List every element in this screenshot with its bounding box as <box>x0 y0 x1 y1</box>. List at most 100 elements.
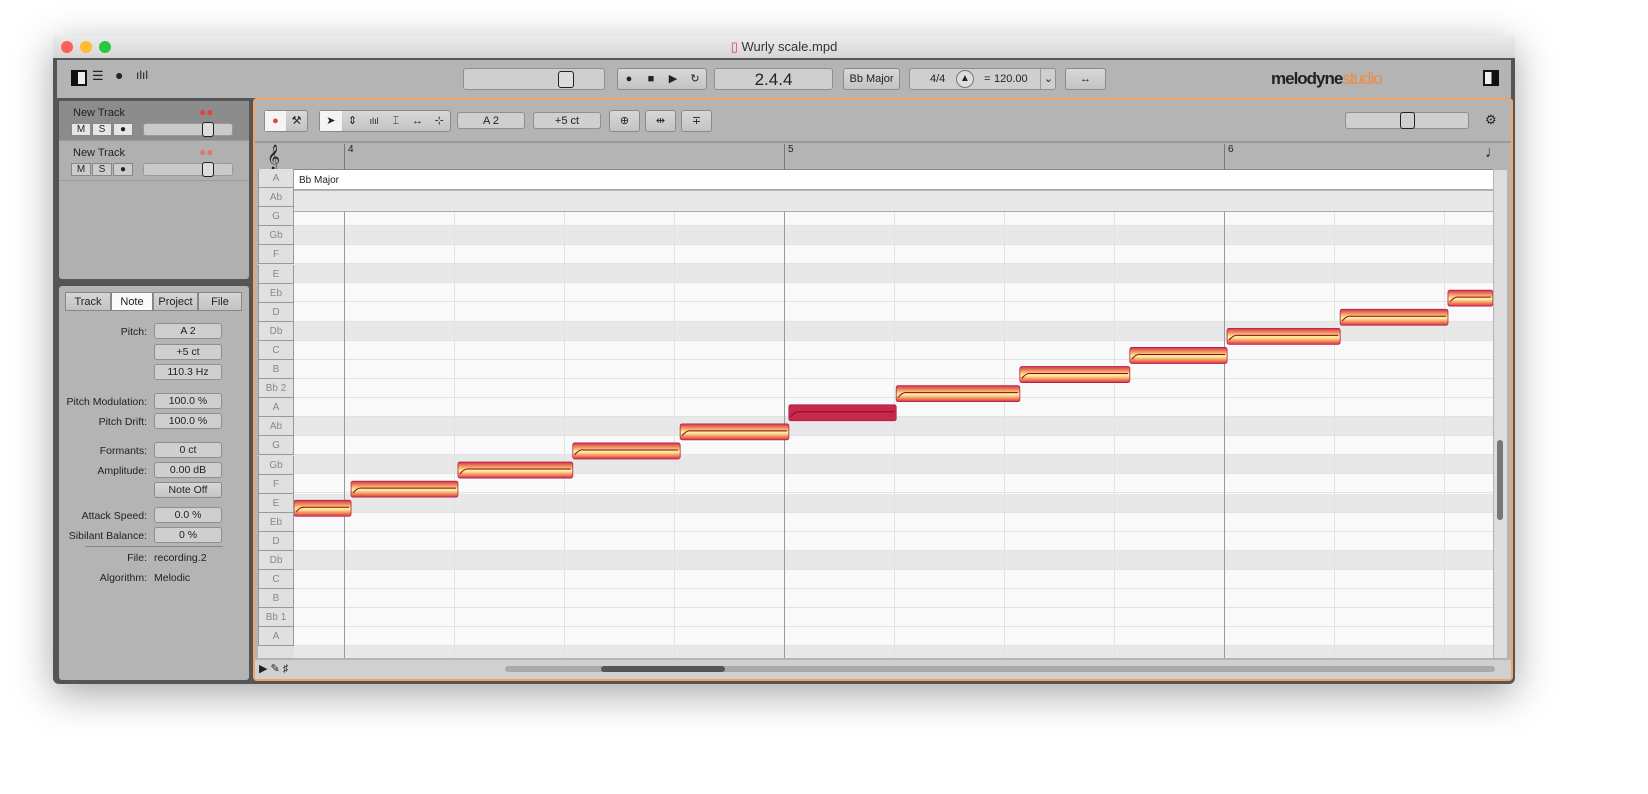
solo-button[interactable]: S <box>92 123 112 136</box>
note-blob[interactable] <box>895 385 1021 403</box>
pitch-snap-button[interactable]: ∓ <box>681 110 712 132</box>
pitch-label[interactable]: B <box>258 360 294 380</box>
key-lane[interactable]: Bb Major <box>294 170 1493 190</box>
field-value[interactable]: 0 ct <box>154 442 222 458</box>
tab-file[interactable]: File <box>198 292 242 311</box>
tab-track[interactable]: Track <box>65 292 111 311</box>
vertical-scrollbar[interactable] <box>1494 170 1507 658</box>
position-display[interactable]: 2.4.4 <box>714 68 833 90</box>
volume-fader[interactable] <box>143 162 233 177</box>
zoom-button[interactable] <box>99 41 111 53</box>
note-off-button[interactable]: Note Off <box>154 482 222 498</box>
field-value[interactable]: 0.0 % <box>154 507 222 523</box>
key-button[interactable]: Bb Major <box>843 68 900 90</box>
tab-project[interactable]: Project <box>153 292 198 311</box>
editor-cents-field[interactable]: +5 ct <box>533 112 601 129</box>
note-blob[interactable] <box>457 461 574 479</box>
pitch-label[interactable]: Eb <box>258 283 294 303</box>
metronome-icon[interactable]: ▲ <box>956 70 974 88</box>
pitch-label[interactable]: G <box>258 436 294 456</box>
wrench-icon[interactable]: ⚒ <box>286 111 307 131</box>
panel-toggle-icon[interactable] <box>71 70 87 86</box>
stop-button[interactable]: ■ <box>640 69 662 89</box>
pitch-label[interactable]: Gb <box>258 226 294 246</box>
pitch-label[interactable]: D <box>258 302 294 322</box>
note-blob[interactable] <box>294 499 352 517</box>
field-value[interactable]: 100.0 % <box>154 413 222 429</box>
solo-button[interactable]: S <box>92 163 112 176</box>
amplitude-tool-icon[interactable]: ılıl <box>363 111 385 131</box>
histogram-icon[interactable]: ılıl <box>136 68 148 82</box>
inspector-toggle-icon[interactable] <box>1483 70 1499 86</box>
piano-roll[interactable] <box>294 208 1493 658</box>
pitch-label[interactable]: Db <box>258 321 294 341</box>
editor-pitch-field[interactable]: A 2 <box>457 112 525 129</box>
pitch-label[interactable]: F <box>258 474 294 494</box>
pitch-label[interactable]: Ab <box>258 417 294 437</box>
play-button[interactable]: ▶ <box>662 69 684 89</box>
pitch-label[interactable]: Eb <box>258 512 294 532</box>
pitch-label[interactable]: A <box>258 169 294 189</box>
pitch-label[interactable]: Ab <box>258 188 294 208</box>
timeline-ruler[interactable]: 4 5 6 <box>294 144 1493 170</box>
chevron-down-icon[interactable]: ⌄ <box>1040 69 1056 89</box>
pitch-label[interactable]: Bb 2 <box>258 379 294 399</box>
field-value[interactable]: 100.0 % <box>154 393 222 409</box>
pitch-label[interactable]: A <box>258 627 294 647</box>
treble-clef-icon[interactable]: 𝄞 <box>267 144 280 170</box>
pitch-label[interactable]: C <box>258 570 294 590</box>
time-tool-icon[interactable]: ↔ <box>407 111 429 131</box>
pitch-label[interactable]: D <box>258 531 294 551</box>
pitch-label[interactable]: G <box>258 207 294 227</box>
pitch-field[interactable]: A 2 <box>154 323 222 339</box>
note-blob[interactable] <box>679 423 790 441</box>
scroll-slider[interactable] <box>463 68 605 90</box>
frequency-field[interactable]: 110.3 Hz <box>154 364 222 380</box>
loop-button[interactable]: ↻ <box>684 69 706 89</box>
pitch-label[interactable]: B <box>258 589 294 609</box>
pointer-tool-icon[interactable]: ➤ <box>320 111 342 131</box>
zoom-slider[interactable] <box>1345 112 1469 129</box>
note-blob[interactable] <box>788 404 897 422</box>
pitch-center-button[interactable]: ⊕ <box>609 110 640 132</box>
cents-field[interactable]: +5 ct <box>154 344 222 360</box>
main-tool-icon[interactable]: ● <box>265 111 286 131</box>
pitch-label[interactable]: Gb <box>258 455 294 475</box>
note-blob[interactable] <box>1129 347 1228 364</box>
pitch-label[interactable]: Bb 1 <box>258 608 294 628</box>
volume-fader[interactable] <box>143 122 233 137</box>
pitch-tool-icon[interactable]: ⇕ <box>342 111 364 131</box>
pitch-label[interactable]: C <box>258 340 294 360</box>
separation-tool-icon[interactable]: ⊹ <box>428 111 450 131</box>
tab-note[interactable]: Note <box>111 292 153 311</box>
pitch-label[interactable]: E <box>258 493 294 513</box>
blobs-icon[interactable]: ● <box>115 67 123 83</box>
pitch-label[interactable]: Db <box>258 551 294 571</box>
note-blob-icon[interactable]: ●● <box>199 105 214 119</box>
track-row[interactable]: New Track ●● M S ● <box>59 141 249 181</box>
note-blob[interactable] <box>1019 366 1131 383</box>
field-value[interactable]: 0 % <box>154 527 222 543</box>
tempo-sync-button[interactable]: ↔ <box>1065 68 1106 90</box>
formant-tool-icon[interactable]: ⌶ <box>385 111 407 131</box>
record-button[interactable]: ● <box>618 69 640 89</box>
record-arm-button[interactable]: ● <box>113 123 133 136</box>
mute-button[interactable]: M <box>71 163 91 176</box>
bottom-tools-icon[interactable]: ▶ ✎ ♯ <box>259 662 288 675</box>
note-blob[interactable] <box>1226 327 1341 345</box>
horizontal-scrollbar[interactable] <box>505 666 1495 672</box>
mute-button[interactable]: M <box>71 123 91 136</box>
pitch-label[interactable]: E <box>258 264 294 284</box>
tempo-display[interactable]: 4/4 ▲ = 120.00 ⌄ <box>909 68 1056 90</box>
note-blob[interactable] <box>1339 308 1449 326</box>
track-list-icon[interactable]: ☰ <box>92 68 104 84</box>
note-blob[interactable] <box>572 442 681 460</box>
pitch-label[interactable]: A <box>258 398 294 418</box>
minimize-button[interactable] <box>80 41 92 53</box>
close-button[interactable] <box>61 41 73 53</box>
field-value[interactable]: 0.00 dB <box>154 462 222 478</box>
gear-icon[interactable]: ⚙ <box>1485 112 1497 128</box>
time-quantize-button[interactable]: ⇹ <box>645 110 676 132</box>
track-row[interactable]: New Track ●● M S ● <box>59 101 249 141</box>
record-arm-button[interactable]: ● <box>113 163 133 176</box>
